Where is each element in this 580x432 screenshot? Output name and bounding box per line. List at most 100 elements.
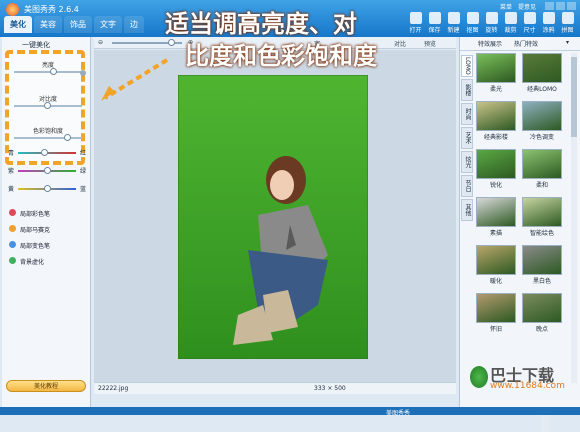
collage-button[interactable]: 拼图	[559, 12, 576, 35]
effects-tabs: 特效展示 热门特效 ▾	[460, 37, 580, 51]
tab-beauty[interactable]: 美容	[34, 16, 62, 33]
background-blur-button[interactable]: 背景虚化	[9, 257, 44, 266]
color-brush-icon	[9, 209, 16, 216]
category-other[interactable]: 其他	[461, 199, 473, 221]
saturation-thumb[interactable]	[64, 134, 72, 141]
yellow-blue-slider[interactable]: 黄 蓝	[8, 184, 86, 194]
effect-card[interactable]: 柔光	[476, 53, 516, 93]
category-art[interactable]: 艺术	[461, 127, 473, 149]
new-icon	[447, 12, 460, 24]
crop-icon	[504, 12, 517, 24]
effect-card[interactable]: 柔和	[522, 149, 562, 189]
annotation-line-1: 适当调高亮度、对	[165, 10, 357, 38]
maximize-icon[interactable]	[556, 2, 565, 10]
watermark-logo-icon	[470, 366, 488, 388]
rotate-button[interactable]: 旋转	[483, 12, 500, 35]
effect-card[interactable]: 经典LOMO	[522, 53, 562, 93]
brightness-slider[interactable]: 亮度	[14, 60, 86, 76]
status-bar: 22222.jpg 333 × 500	[94, 382, 456, 394]
rotate-icon	[485, 12, 498, 24]
window-controls	[545, 2, 576, 10]
cutout-icon	[466, 12, 479, 24]
crop-button[interactable]: 裁剪	[502, 12, 519, 35]
cutout-button[interactable]: 抠图	[464, 12, 481, 35]
saturation-label: 色彩饱和度	[32, 128, 63, 135]
reset-icon[interactable]	[80, 70, 86, 76]
contrast-slider[interactable]: 对比度	[14, 94, 82, 109]
recolor-icon	[9, 241, 16, 248]
magenta-green-thumb[interactable]	[44, 167, 51, 174]
tab-popular-effects[interactable]: 热门特效	[514, 39, 538, 48]
effects-scrollbar[interactable]	[571, 53, 577, 383]
mosaic-brush-button[interactable]: 局部马赛克	[9, 225, 50, 234]
cyan-red-thumb[interactable]	[41, 149, 49, 156]
category-fashion[interactable]: 时尚	[461, 103, 473, 125]
effect-card[interactable]: 冷色调变	[522, 101, 562, 141]
preview-button[interactable]: 预览	[424, 39, 436, 48]
brightness-thumb[interactable]	[50, 68, 58, 75]
app-logo-icon	[6, 3, 19, 16]
toolbar: 打开 保存 新建 抠图 旋转 裁剪 尺寸 涂鸦 拼图	[407, 12, 576, 35]
new-button[interactable]: 新建	[445, 12, 462, 35]
minimize-icon[interactable]	[545, 2, 554, 10]
category-lomo[interactable]: LOMO	[461, 55, 473, 77]
collage-icon	[561, 12, 574, 24]
watermark: 巴士下载 www.11684.com	[470, 362, 578, 394]
effect-card[interactable]: 经典影楼	[476, 101, 516, 141]
zoom-out-icon[interactable]: ⊖	[98, 39, 103, 46]
doodle-icon	[542, 12, 555, 24]
watermark-url: www.11684.com	[490, 381, 565, 391]
main-tabs: 美化 美容 饰品 文字 边	[4, 16, 144, 33]
taskbar-app[interactable]: 美图秀秀	[386, 408, 410, 417]
resize-button[interactable]: 尺寸	[521, 12, 538, 35]
resize-icon	[523, 12, 536, 24]
doodle-button[interactable]: 涂鸦	[540, 12, 557, 35]
photo-image	[178, 75, 368, 359]
save-button[interactable]: 保存	[426, 12, 443, 35]
menu-link[interactable]: 菜单	[500, 2, 512, 11]
open-icon	[409, 12, 422, 24]
tab-border[interactable]: 边	[124, 16, 144, 33]
tab-accessories[interactable]: 饰品	[64, 16, 92, 33]
chevron-down-icon[interactable]: ▾	[566, 39, 569, 46]
effect-card[interactable]: 素描	[476, 197, 516, 237]
one-click-beautify[interactable]: 一键美化	[22, 40, 50, 50]
effect-card[interactable]: 怀旧	[476, 293, 516, 333]
annotation-text: 适当调高亮度、对 比度和色彩饱和度	[165, 8, 410, 80]
taskbar: 美图秀秀	[0, 407, 580, 417]
right-panel: 特效展示 热门特效 ▾ LOMO 影楼 时尚 艺术 炫光 节日 其他 柔光 经典…	[459, 37, 580, 407]
color-brush-button[interactable]: 局部彩色笔	[9, 209, 50, 218]
effect-categories: LOMO 影楼 时尚 艺术 炫光 节日 其他	[461, 55, 473, 223]
image-dimensions: 333 × 500	[314, 385, 346, 392]
saturation-slider[interactable]: 色彩饱和度	[14, 126, 82, 141]
left-panel: 一键美化 亮度 对比度 色彩饱和度 青 红 紫 绿 黄 蓝 局部彩色笔 局部马赛…	[2, 37, 91, 407]
effect-card[interactable]: 暖化	[476, 245, 516, 285]
recolor-brush-button[interactable]: 局部变色笔	[9, 241, 50, 250]
filename: 22222.jpg	[98, 385, 129, 392]
effect-card[interactable]: 晚点	[522, 293, 562, 333]
category-glow[interactable]: 炫光	[461, 151, 473, 173]
yellow-blue-thumb[interactable]	[44, 185, 51, 192]
blur-icon	[9, 257, 16, 264]
tab-text[interactable]: 文字	[94, 16, 122, 33]
contrast-thumb[interactable]	[43, 102, 51, 109]
annotation-arrow	[101, 58, 169, 101]
close-icon[interactable]	[567, 2, 576, 10]
edited-photo	[178, 75, 368, 359]
tab-beautify[interactable]: 美化	[4, 16, 32, 33]
cyan-red-slider[interactable]: 青 红	[8, 148, 86, 158]
tab-effects-showcase[interactable]: 特效展示	[478, 39, 502, 48]
save-icon	[428, 12, 441, 24]
effect-card[interactable]: 锐化	[476, 149, 516, 189]
annotation-line-2: 比度和色彩饱和度	[185, 42, 377, 70]
effect-card[interactable]: 黑白色	[522, 245, 562, 285]
effect-card[interactable]: 智能绘色	[522, 197, 562, 237]
magenta-green-slider[interactable]: 紫 绿	[8, 166, 86, 176]
top-links: 菜单 提意见	[500, 2, 536, 11]
feedback-link[interactable]: 提意见	[518, 2, 536, 11]
category-festival[interactable]: 节日	[461, 175, 473, 197]
beautify-tutorial-button[interactable]: 美化教程	[6, 380, 86, 392]
category-studio[interactable]: 影楼	[461, 79, 473, 101]
mosaic-icon	[9, 225, 16, 232]
app-title: 美图秀秀 2.6.4	[24, 5, 79, 14]
